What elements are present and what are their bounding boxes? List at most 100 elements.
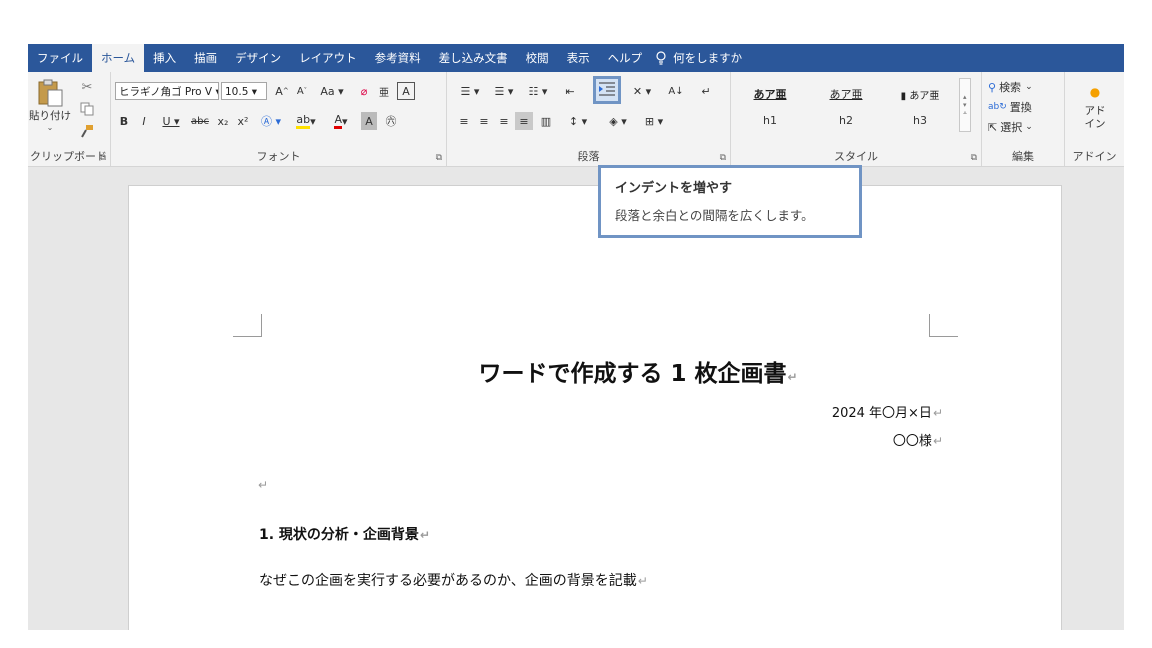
paste-label: 貼り付け xyxy=(29,110,71,122)
font-group: ヒラギノ角ゴ Pro V ▾ 10.5 ▾ A^ Aˇ Aa ▾ ⌀ 亜 A B… xyxy=(111,72,447,166)
styles-group: あア亜 h1 あア亜 h2 ▮ あア亜 h3 ▴ ▾ ⩡ スタイル ⧉ xyxy=(731,72,982,166)
body-line[interactable]: なぜこの企画を実行する必要があるのか、企画の背景を記載↵ xyxy=(259,570,648,590)
format-painter-icon[interactable] xyxy=(78,122,96,140)
grow-font-icon[interactable]: A ^ xyxy=(273,82,291,100)
style-h1-sample: あア亜 xyxy=(753,88,787,101)
style-h1[interactable]: あア亜 h1 xyxy=(739,78,801,127)
heading-line[interactable]: 1. 現状の分析・企画背景↵ xyxy=(259,524,430,544)
strikethrough-icon[interactable]: abc xyxy=(189,112,211,130)
clipboard-launcher-icon[interactable]: ⧉ xyxy=(100,153,106,163)
italic-icon[interactable]: I xyxy=(137,112,151,130)
style-h2[interactable]: あア亜 h2 xyxy=(815,78,877,127)
paste-icon xyxy=(38,79,63,107)
copy-icon[interactable] xyxy=(78,100,96,118)
change-case-icon[interactable]: Aa ▾ xyxy=(317,82,347,100)
style-h1-name: h1 xyxy=(763,114,777,127)
tab-draw[interactable]: 描画 xyxy=(185,44,226,72)
paragraph-launcher-icon[interactable]: ⧉ xyxy=(720,153,726,163)
numbering-icon[interactable]: ☰ ▾ xyxy=(489,82,519,100)
enclose-char-icon[interactable]: ㊅ xyxy=(383,112,399,130)
line-spacing-icon[interactable]: ↕ ▾ xyxy=(563,112,593,130)
increase-indent-tooltip: インデントを増やす 段落と余白との間隔を広くします。 xyxy=(598,165,862,238)
shrink-font-icon[interactable]: Aˇ xyxy=(293,82,311,100)
document-title: ワードで作成する 1 枚企画書 xyxy=(478,361,787,387)
tab-mailings[interactable]: 差し込み文書 xyxy=(430,44,517,72)
tab-view[interactable]: 表示 xyxy=(558,44,599,72)
distribute-icon[interactable]: ▥ xyxy=(537,112,555,130)
tell-me-label: 何をしますか xyxy=(673,51,743,65)
paste-button[interactable]: 貼り付け ⌄ xyxy=(29,76,71,134)
asian-layout-icon[interactable]: ✕ ▾ xyxy=(627,82,657,100)
replace-button[interactable]: ab↻ 置換 xyxy=(988,98,1032,116)
recipient-line[interactable]: 〇〇様↵ xyxy=(893,430,943,449)
addins-icon: ● xyxy=(1089,85,1101,99)
clear-format-icon[interactable]: ⌀ xyxy=(355,82,373,100)
font-launcher-icon[interactable]: ⧉ xyxy=(436,153,442,163)
replace-icon: ab↻ xyxy=(988,102,1007,112)
char-border-icon[interactable]: A xyxy=(397,82,415,100)
tab-help[interactable]: ヘルプ xyxy=(599,44,652,72)
font-name-dropdown[interactable]: ヒラギノ角ゴ Pro V ▾ xyxy=(115,82,219,100)
document-recipient: 〇〇様 xyxy=(892,434,932,449)
tab-home[interactable]: ホーム xyxy=(92,44,145,72)
justify-icon[interactable]: ≡ xyxy=(515,112,533,130)
font-color-icon[interactable]: A ▾ xyxy=(327,112,355,130)
font-size-dropdown[interactable]: 10.5 ▾ xyxy=(221,82,267,100)
bullets-icon[interactable]: ☰ ▾ xyxy=(455,82,485,100)
cut-icon[interactable]: ✂ xyxy=(78,78,96,96)
style-h3-name: h3 xyxy=(913,114,927,127)
style-h3[interactable]: ▮ あア亜 h3 xyxy=(889,78,951,127)
paragraph-mark: ↵ xyxy=(258,478,269,492)
cursor-icon: ⇱ xyxy=(988,120,998,134)
tab-references[interactable]: 参考資料 xyxy=(366,44,430,72)
multilevel-list-icon[interactable]: ☷ ▾ xyxy=(523,82,553,100)
show-marks-icon[interactable]: ↵ xyxy=(697,82,715,100)
phonetic-guide-icon[interactable]: 亜 xyxy=(375,82,393,100)
paragraph-mark: ↵ xyxy=(932,406,943,420)
editing-group: ⚲ 検索 ⌄ ab↻ 置換 ⇱ 選択 ⌄ 編集 xyxy=(982,72,1065,166)
addins-button-label: アド イン xyxy=(1084,105,1106,130)
tab-file[interactable]: ファイル xyxy=(28,44,92,72)
document-page[interactable]: ワードで作成する 1 枚企画書↵ 2024 年〇月×日↵ 〇〇様↵ ↵ 1. 現… xyxy=(128,185,1062,630)
char-shading-icon[interactable]: A xyxy=(361,112,377,130)
shading-icon[interactable]: ◈ ▾ xyxy=(601,112,635,130)
text-effects-icon[interactable]: Ⓐ ▾ xyxy=(257,112,285,130)
tab-review[interactable]: 校閲 xyxy=(517,44,558,72)
borders-icon[interactable]: ⊞ ▾ xyxy=(639,112,669,130)
find-button[interactable]: ⚲ 検索 ⌄ xyxy=(988,78,1033,96)
clipboard-group-label: クリップボード xyxy=(30,150,107,163)
tab-design[interactable]: デザイン xyxy=(226,44,290,72)
align-left-icon[interactable]: ≡ xyxy=(455,112,473,130)
decrease-indent-icon[interactable]: ⇤ xyxy=(561,82,579,100)
select-button[interactable]: ⇱ 選択 ⌄ xyxy=(988,118,1033,136)
superscript-icon[interactable]: x² xyxy=(235,112,251,130)
document-title-line[interactable]: ワードで作成する 1 枚企画書↵ xyxy=(129,354,1061,388)
font-name-value: ヒラギノ角ゴ Pro V xyxy=(119,86,213,98)
align-right-icon[interactable]: ≡ xyxy=(495,112,513,130)
replace-label: 置換 xyxy=(1009,101,1032,114)
font-size-value: 10.5 xyxy=(225,86,249,98)
sort-icon[interactable]: A↓ xyxy=(667,82,685,100)
empty-paragraph[interactable]: ↵ xyxy=(257,474,268,493)
styles-launcher-icon[interactable]: ⧉ xyxy=(971,153,977,163)
lightbulb-icon xyxy=(656,51,666,65)
tooltip-description: 段落と余白との間隔を広くします。 xyxy=(615,208,814,223)
paragraph-mark: ↵ xyxy=(932,434,943,448)
align-center-icon[interactable]: ≡ xyxy=(475,112,493,130)
underline-icon[interactable]: U ▾ xyxy=(157,112,185,130)
date-line[interactable]: 2024 年〇月×日↵ xyxy=(832,402,943,421)
tab-layout[interactable]: レイアウト xyxy=(290,44,366,72)
subscript-icon[interactable]: x₂ xyxy=(215,112,231,130)
increase-indent-button[interactable] xyxy=(593,76,621,104)
bold-icon[interactable]: B xyxy=(117,112,131,130)
styles-scroll[interactable]: ▴ ▾ ⩡ xyxy=(959,78,971,132)
document-date: 2024 年〇月×日 xyxy=(831,406,932,421)
ribbon: 貼り付け ⌄ ✂ クリップボード ⧉ ヒラギノ角ゴ Pro V ▾ 10.5 ▾… xyxy=(28,72,1124,167)
document-heading1: 1. 現状の分析・企画背景 xyxy=(259,527,419,543)
margin-corner-right xyxy=(929,314,958,337)
highlight-icon[interactable]: ab ▾ xyxy=(291,112,321,130)
tab-insert[interactable]: 挿入 xyxy=(144,44,185,72)
addins-button[interactable]: ● アド イン xyxy=(1075,80,1115,136)
tell-me-box[interactable]: 何をしますか xyxy=(655,50,742,66)
paragraph-mark: ↵ xyxy=(637,574,648,588)
